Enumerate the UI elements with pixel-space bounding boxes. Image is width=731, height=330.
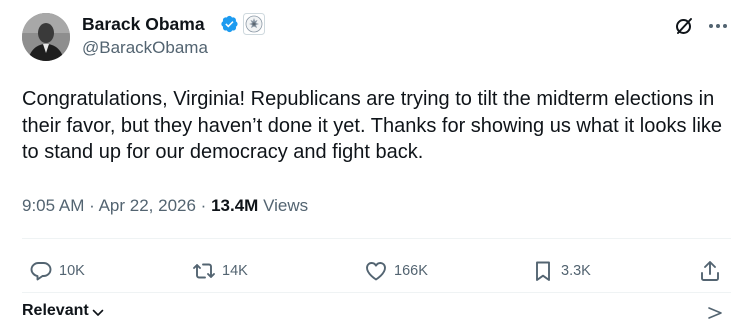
tweet-text: Congratulations, Virginia! Republicans a… — [22, 88, 723, 163]
reply-icon — [30, 262, 52, 281]
repost-count: 14K — [222, 263, 248, 279]
verified-badge-icon[interactable] — [219, 14, 239, 34]
bookmark-icon — [536, 261, 550, 281]
repost-icon — [193, 263, 215, 279]
divider — [22, 238, 731, 239]
bookmark-button[interactable]: 3.3K — [531, 258, 591, 284]
government-seal-icon[interactable] — [243, 13, 265, 35]
grok-icon[interactable] — [672, 14, 696, 38]
tweet-time[interactable]: 9:05 AM — [22, 196, 84, 215]
reply-button[interactable]: 10K — [29, 258, 85, 284]
meta-separator: · — [89, 196, 95, 215]
meta-separator: · — [200, 196, 207, 215]
author-name[interactable]: Barack Obama — [82, 14, 205, 35]
tweet-date[interactable]: Apr 22, 2026 — [99, 196, 196, 215]
share-button[interactable] — [698, 258, 728, 284]
avatar[interactable] — [22, 13, 70, 61]
views-label[interactable]: Views — [263, 196, 308, 215]
arrow-right-icon[interactable] — [706, 305, 724, 321]
heart-icon — [366, 262, 386, 281]
tweet-meta: 9:05 AM · Apr 22, 2026 · 13.4M Views — [22, 196, 308, 216]
repost-button[interactable]: 14K — [192, 258, 248, 284]
like-count: 166K — [394, 263, 428, 279]
share-icon — [701, 261, 719, 281]
reply-count: 10K — [59, 263, 85, 279]
sort-label: Relevant — [22, 302, 89, 319]
views-count[interactable]: 13.4M — [211, 196, 258, 215]
chevron-down-icon — [92, 309, 104, 316]
sort-dropdown[interactable]: Relevant — [22, 302, 105, 320]
author-handle[interactable]: @BarackObama — [82, 38, 208, 58]
more-icon[interactable] — [706, 14, 730, 38]
bookmark-count: 3.3K — [561, 263, 591, 279]
divider — [22, 292, 731, 293]
like-button[interactable]: 166K — [364, 258, 428, 284]
